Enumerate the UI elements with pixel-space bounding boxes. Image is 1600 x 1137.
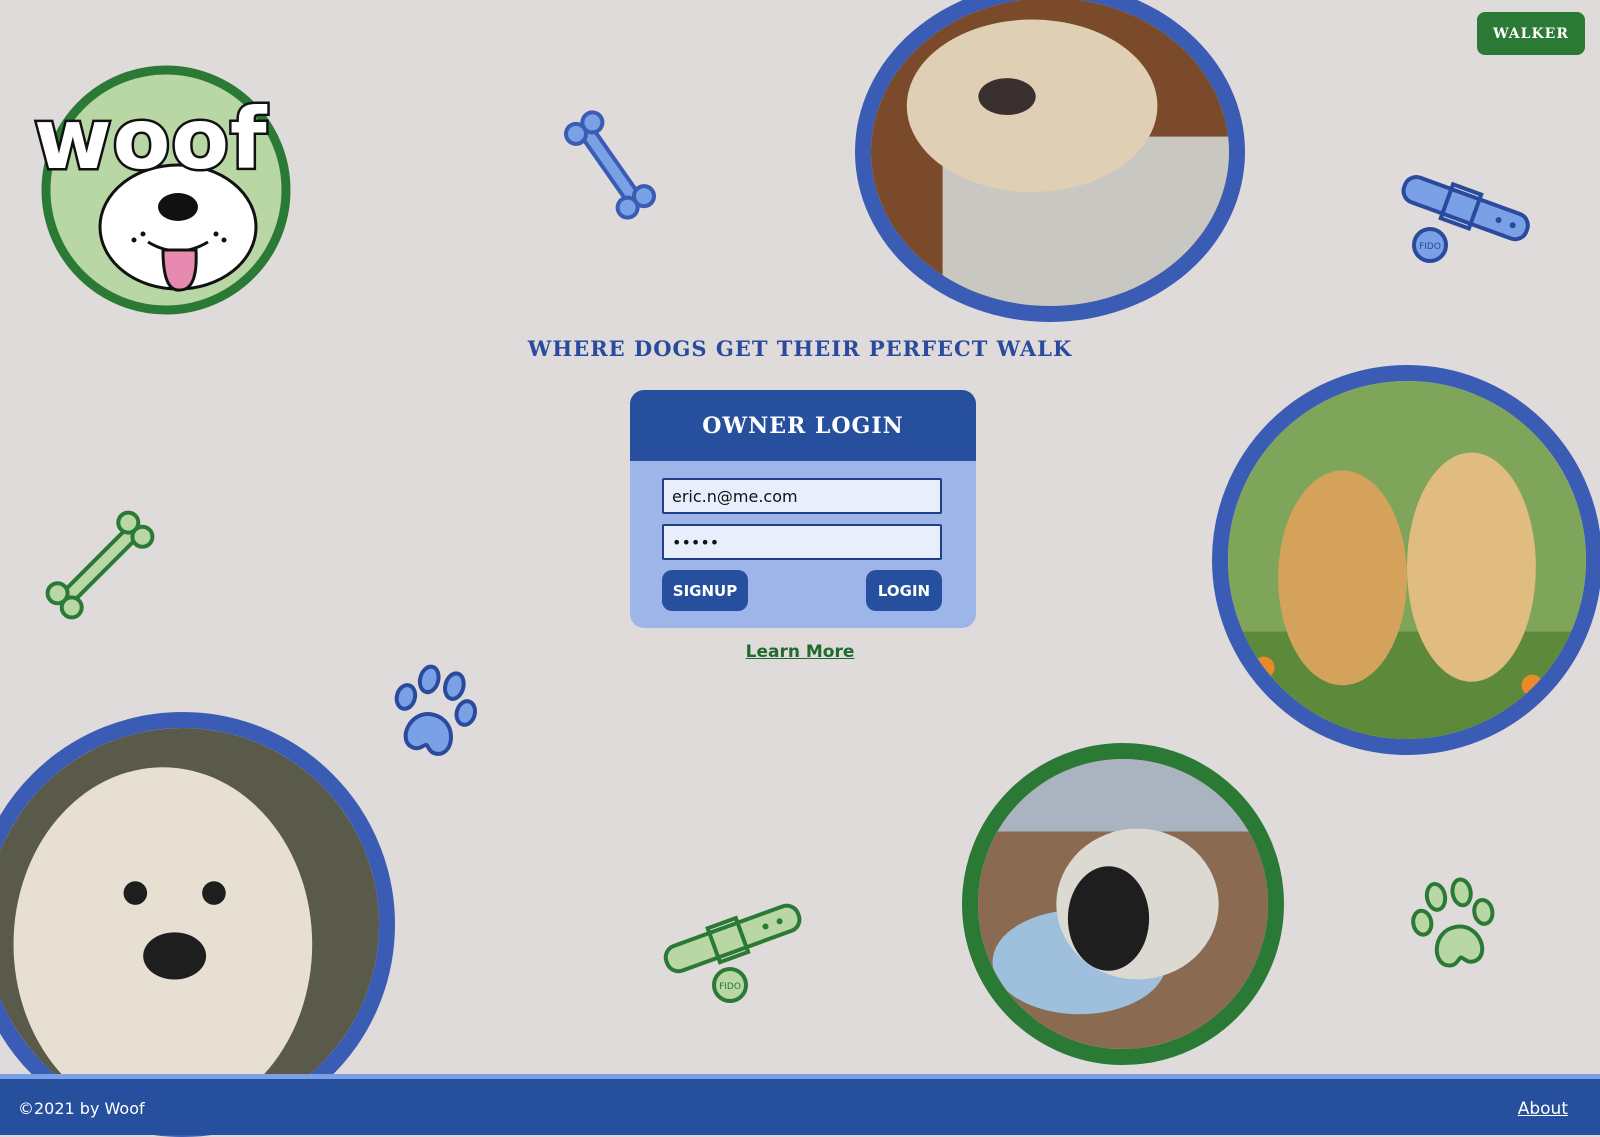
dog-photo-image [1228, 381, 1586, 739]
walker-button[interactable]: WALKER [1477, 12, 1585, 55]
dog-photo-image [0, 728, 379, 1121]
dog-photo-shih-tzu-blanket [962, 743, 1284, 1065]
tagline: WHERE DOGS GET THEIR PERFECT WALK [527, 336, 1073, 361]
email-field[interactable] [662, 478, 942, 514]
woof-logo[interactable]: woof [32, 62, 294, 318]
about-link[interactable]: About [1518, 1099, 1568, 1119]
login-title: OWNER LOGIN [630, 390, 976, 461]
password-field[interactable] [662, 524, 942, 560]
brand-wordmark: woof [32, 88, 270, 191]
dog-photo-image [871, 0, 1229, 306]
login-button[interactable]: LOGIN [866, 570, 942, 611]
paw-green-icon [1411, 877, 1495, 968]
bone-blue-icon [563, 110, 657, 220]
copyright-text: ©2021 by Woof [18, 1099, 145, 1118]
dog-photo-shih-tzu-bed [855, 0, 1245, 322]
dog-photo-golden-puppies [1212, 365, 1600, 755]
collar-blue-icon: FIDO [1401, 175, 1530, 263]
owner-login-card: OWNER LOGIN SIGNUP LOGIN [630, 390, 976, 628]
collar-tag-text: FIDO [719, 982, 741, 992]
learn-more-link[interactable]: Learn More [0, 642, 1600, 662]
footer: ©2021 by Woof About [0, 1074, 1600, 1135]
collar-tag-text: FIDO [1419, 242, 1441, 252]
bone-green-icon [45, 510, 155, 620]
collar-green-icon: FIDO [663, 903, 802, 1003]
paw-blue-icon [394, 664, 478, 756]
dog-photo-image [978, 759, 1268, 1049]
signup-button[interactable]: SIGNUP [662, 570, 748, 611]
